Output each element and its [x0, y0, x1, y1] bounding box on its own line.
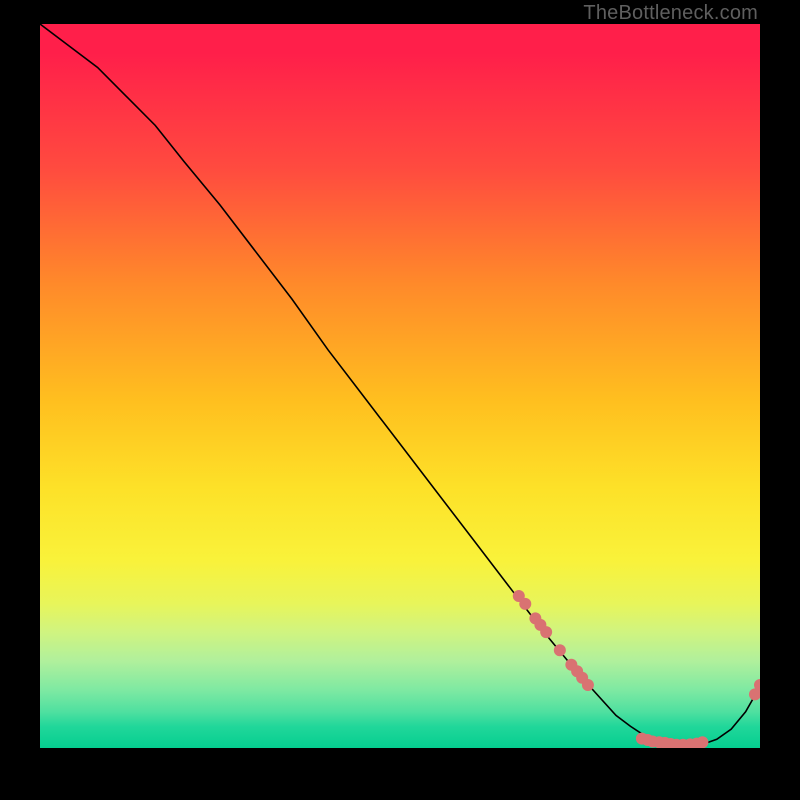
chart-svg [40, 24, 760, 748]
data-marker [582, 679, 594, 691]
bottleneck-curve-line [40, 24, 760, 746]
data-marker [540, 626, 552, 638]
data-marker [519, 598, 531, 610]
data-marker [696, 736, 708, 748]
watermark-text: TheBottleneck.com [583, 2, 758, 25]
data-marker [554, 644, 566, 656]
marker-points-group [513, 590, 760, 748]
chart-area [40, 24, 760, 748]
